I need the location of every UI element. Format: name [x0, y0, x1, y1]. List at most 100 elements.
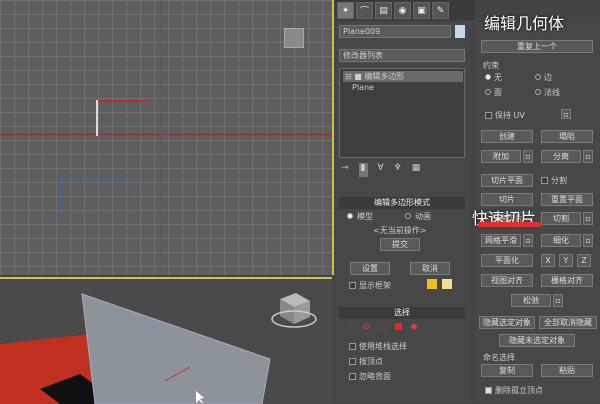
commit-button[interactable]: 提交 [380, 238, 420, 251]
copy-button[interactable]: 复制 [481, 364, 533, 377]
preserve-uv-label: 保持 UV [495, 111, 525, 120]
tessellate-button[interactable]: 细化 [541, 234, 581, 247]
by-vertex-checkbox[interactable] [349, 358, 356, 365]
paste-button[interactable]: 粘贴 [541, 364, 593, 377]
modifier-list-dropdown[interactable]: 修改器列表 [339, 49, 465, 62]
delete-isolated-checkbox[interactable] [485, 387, 492, 394]
constraint-face-radio[interactable] [485, 89, 491, 95]
transform-gizmo-x [96, 100, 150, 102]
object-color-swatch[interactable] [455, 25, 465, 38]
constraints-label: 约束 [483, 61, 499, 70]
settings-icon: ▫ [585, 214, 591, 223]
grid-align-button[interactable]: 栅格对齐 [541, 274, 593, 287]
animate-label: 动画 [415, 212, 431, 221]
constraint-none-label: 无 [494, 73, 502, 82]
settings-icon: ▫ [585, 236, 591, 245]
preserve-uv-settings-button[interactable]: ▫ [561, 109, 571, 119]
named-selections-label: 命名选择 [483, 353, 515, 362]
cage-color-1[interactable] [427, 279, 437, 289]
meshsmooth-button[interactable]: 网格平滑 [481, 234, 521, 247]
display-tab[interactable]: ▣ [413, 2, 430, 19]
border-level-icon[interactable]: ◌ [378, 322, 386, 332]
modify-tab[interactable]: ⌒ [356, 2, 373, 19]
relax-settings-button[interactable]: ▫ [553, 294, 563, 307]
detach-settings-button[interactable]: ▫ [583, 150, 593, 163]
overlay-title: 编辑几何体 [484, 14, 565, 33]
planar-y-button[interactable]: Y [559, 254, 573, 267]
modifier-stack: ⊟ ■ 编辑多边形 Plane [339, 68, 465, 158]
constraint-none-radio[interactable] [485, 74, 491, 80]
split-label: 分割 [551, 176, 567, 185]
preserve-uv-checkbox[interactable] [485, 112, 492, 119]
settings-icon: ▫ [563, 109, 569, 119]
polygon-level-icon[interactable]: ■ [394, 322, 403, 332]
stack-toolbar: ⊸ ▮ ∀ ♆ ▦ [341, 163, 467, 177]
unhide-all-button[interactable]: 全部取消隐藏 [539, 316, 597, 329]
constraint-normal-radio[interactable] [535, 89, 541, 95]
view-align-button[interactable]: 视图对齐 [481, 274, 533, 287]
make-planar-button[interactable]: 平面化 [481, 254, 533, 267]
hide-unselected-button[interactable]: 隐藏未选定对象 [499, 334, 575, 347]
utilities-tab[interactable]: ✎ [432, 2, 449, 19]
use-stack-selection-label: 使用堆栈选择 [359, 342, 407, 351]
meshsmooth-settings-button[interactable]: ▫ [523, 234, 533, 247]
planar-x-button[interactable]: X [541, 254, 555, 267]
annotation-underline [478, 222, 542, 227]
remove-modifier-icon[interactable]: ♆ [394, 163, 402, 177]
top-viewport[interactable] [0, 0, 334, 275]
slice-plane-button[interactable]: 切片平面 [481, 174, 533, 187]
cut-button[interactable]: 切割 [541, 212, 581, 225]
selection-header[interactable]: 选择 [339, 307, 465, 319]
vertex-level-icon[interactable]: ∴ [349, 322, 355, 332]
subobject-level-icons: ∴ ⊘ ◌ ■ ◆ [349, 322, 418, 332]
collapse-button[interactable]: 塌陷 [541, 130, 593, 143]
constraint-normal-label: 法线 [544, 88, 560, 97]
edit-poly-mode-header[interactable]: 编辑多边形模式 [339, 197, 465, 209]
create-button[interactable]: 创建 [481, 130, 533, 143]
modifier-panel: Plane009 修改器列表 ⊟ ■ 编辑多边形 Plane ⊸ ▮ ∀ ♆ ▦… [335, 22, 470, 402]
planar-z-button[interactable]: Z [577, 254, 591, 267]
settings-button[interactable]: 设置 [350, 262, 390, 275]
cut-settings-button[interactable]: ▫ [583, 212, 593, 225]
ignore-backfacing-checkbox[interactable] [349, 373, 356, 380]
make-unique-icon[interactable]: ∀ [378, 163, 384, 177]
motion-tab[interactable]: ◉ [394, 2, 411, 19]
relax-button[interactable]: 松弛 [511, 294, 551, 307]
model-radio[interactable] [347, 213, 353, 219]
view-cube[interactable] [284, 28, 304, 48]
delete-isolated-label: 删除孤立顶点 [495, 386, 543, 395]
edge-level-icon[interactable]: ⊘ [363, 322, 371, 332]
reset-plane-button[interactable]: 重置平面 [541, 193, 593, 206]
cage-color-2[interactable] [442, 279, 452, 289]
model-label: 模型 [357, 212, 373, 221]
show-cage-label: 显示框架 [359, 281, 391, 290]
ignore-backfacing-label: 忽略背面 [359, 372, 391, 381]
grid-axis-vertical [160, 0, 161, 275]
perspective-viewport[interactable] [0, 277, 332, 404]
cancel-button[interactable]: 取消 [410, 262, 450, 275]
animate-radio[interactable] [405, 213, 411, 219]
tessellate-settings-button[interactable]: ▫ [583, 234, 593, 247]
stack-expand-icon: ⊟ ■ [345, 72, 365, 81]
object-name-field[interactable]: Plane009 [339, 25, 451, 38]
pin-stack-icon[interactable]: ⊸ [341, 163, 349, 177]
use-stack-selection-checkbox[interactable] [349, 343, 356, 350]
stack-item-edit-poly[interactable]: ⊟ ■ 编辑多边形 [343, 71, 463, 82]
constraint-edge-radio[interactable] [535, 74, 541, 80]
attach-button[interactable]: 附加 [481, 150, 521, 163]
show-cage-checkbox[interactable] [349, 282, 356, 289]
grid-axis-horizontal [0, 134, 332, 135]
create-tab[interactable]: ✦ [337, 2, 354, 19]
selected-plane-outline[interactable] [60, 178, 134, 214]
repeat-last-button[interactable]: 重复上一个 [481, 40, 593, 53]
detach-button[interactable]: 分离 [541, 150, 581, 163]
element-level-icon[interactable]: ◆ [411, 322, 418, 332]
hide-selected-button[interactable]: 隐藏选定对象 [479, 316, 535, 329]
hierarchy-tab[interactable]: ▤ [375, 2, 392, 19]
configure-sets-icon[interactable]: ▦ [412, 163, 421, 177]
stack-item-plane[interactable]: Plane [352, 83, 374, 92]
split-checkbox[interactable] [541, 177, 548, 184]
attach-list-button[interactable]: ▫ [523, 150, 533, 163]
show-end-result-icon[interactable]: ▮ [358, 163, 368, 177]
constraint-face-label: 面 [494, 88, 502, 97]
